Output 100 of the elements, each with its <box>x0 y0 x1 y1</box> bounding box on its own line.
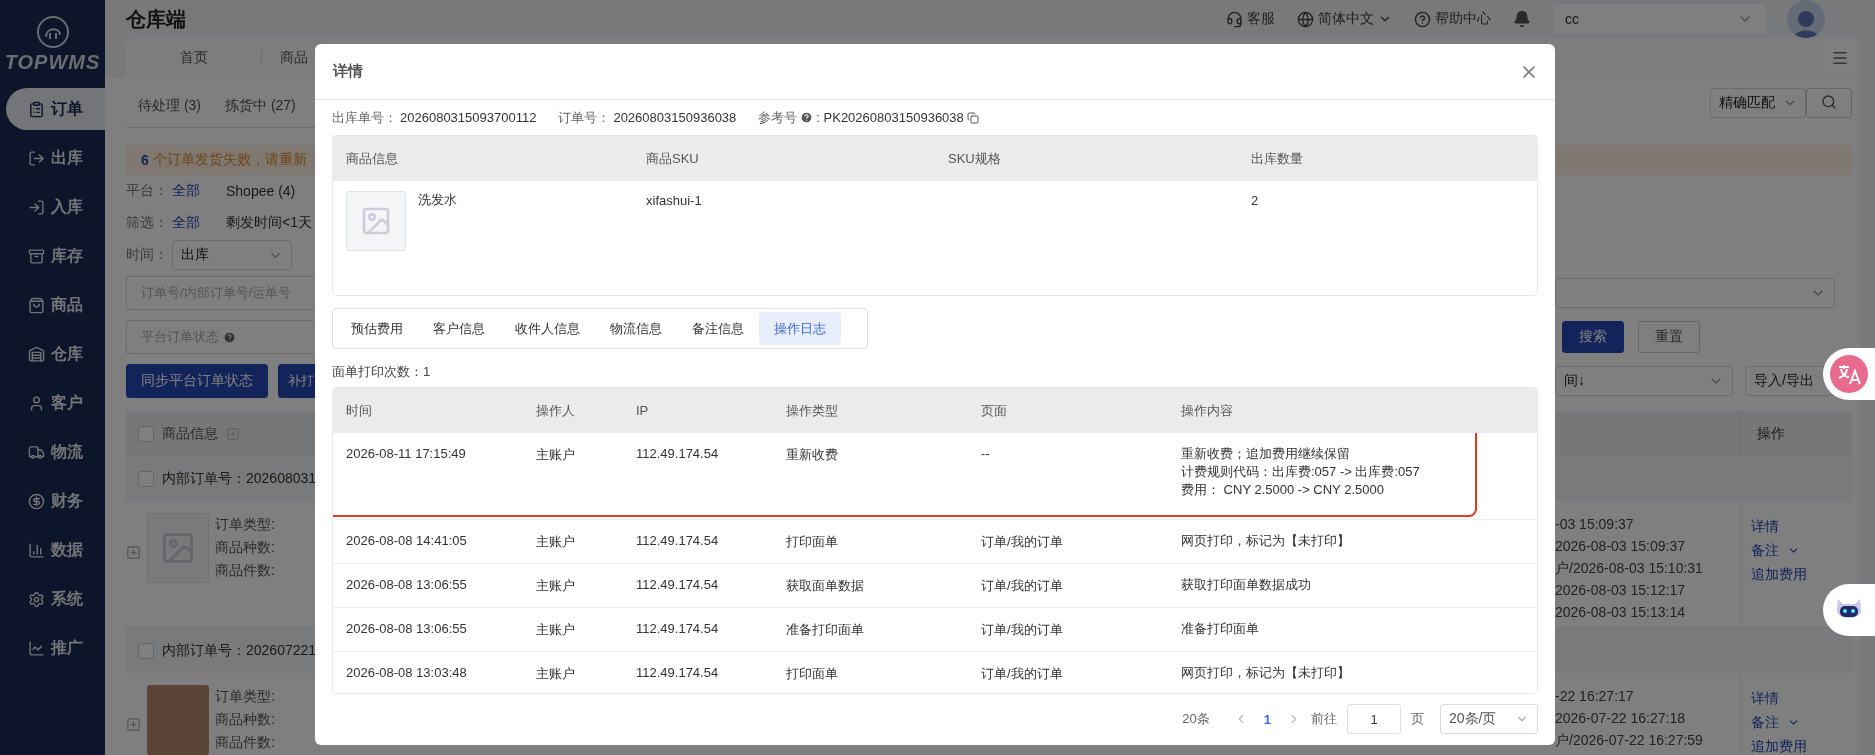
page-input[interactable]: 1 <box>1347 704 1401 734</box>
table-cell-text: 2026-08-11 17:15:49 <box>346 446 467 461</box>
action-link[interactable]: 追加费用 <box>1751 562 1852 586</box>
header-link[interactable]: 客服 <box>1226 10 1275 28</box>
nav-item[interactable]: 物流 <box>6 431 105 473</box>
time-entry: 2026-08-03 15:09:37 <box>1555 537 1686 556</box>
nav-item[interactable]: 商品 <box>6 284 105 326</box>
info-value: 2026080315093700112 <box>400 110 537 125</box>
bell-icon[interactable] <box>1513 10 1531 28</box>
help-icon <box>1414 10 1431 28</box>
table-cell-text: 2026-08-08 13:06:55 <box>346 621 468 636</box>
user-icon <box>28 394 45 412</box>
reset-button[interactable]: 重置 <box>1638 321 1700 353</box>
table-cell-text: 112.49.174.54 <box>636 533 720 548</box>
print-count: 面单打印次数：1 <box>332 363 432 381</box>
filter-option[interactable]: 剩发时间<1天 <box>226 214 312 232</box>
truck-icon <box>28 443 45 461</box>
action-button[interactable]: 同步平台订单状态 <box>126 364 268 398</box>
table-cell-text: 订单/我的订单 <box>981 533 1064 551</box>
nav-item[interactable]: 财务 <box>6 480 105 522</box>
bar-chart-icon <box>28 541 45 559</box>
globe-icon <box>1297 10 1314 28</box>
header-link[interactable]: 帮助中心 <box>1414 10 1491 28</box>
nav-item[interactable]: 仓库 <box>6 333 105 375</box>
table-cell-text: 2 <box>1251 192 1260 208</box>
page-size-select[interactable]: 20条/页 <box>1440 704 1538 734</box>
table-cell-text: 主账户 <box>536 621 576 639</box>
nav-item[interactable]: 数据 <box>6 529 105 571</box>
action-link[interactable]: 备注 <box>1751 538 1852 562</box>
nav-item[interactable]: 推广 <box>6 627 105 669</box>
nav-item[interactable]: 出库 <box>6 137 105 179</box>
tab[interactable]: 预估费用 <box>336 312 418 345</box>
table-cell-text: -- <box>981 446 991 461</box>
filter-option[interactable]: Shopee (4) <box>226 183 296 199</box>
action-link[interactable]: 追加费用 <box>1751 734 1852 755</box>
checkbox[interactable] <box>138 425 154 442</box>
column-header: 操作人 <box>536 401 576 420</box>
copy-icon[interactable] <box>966 111 979 124</box>
table-cell-text: 费用： CNY 2.5000 -> CNY 2.5000 <box>1181 481 1385 499</box>
app-title: 仓库端 <box>126 6 187 32</box>
logo-text: TOPWMS <box>4 50 101 74</box>
expand-icon[interactable] <box>126 717 141 732</box>
search-button[interactable]: 搜索 <box>1562 321 1624 353</box>
field-label: 商品种数: <box>215 710 275 729</box>
nav-item[interactable]: 入库 <box>6 186 105 228</box>
nav-item[interactable]: 系统 <box>6 578 105 620</box>
search-button[interactable] <box>1806 88 1852 118</box>
table-cell-text: 获取面单数据 <box>786 577 865 595</box>
tab[interactable]: 操作日志 <box>759 312 841 345</box>
table-cell-text: 打印面单 <box>786 665 839 683</box>
filter-option[interactable]: 全部 <box>172 214 200 232</box>
action-link[interactable]: 详情 <box>1751 514 1852 538</box>
time-entry: 2026-08-03 15:12:17 <box>1555 581 1686 600</box>
table-cell-text: 订单/我的订单 <box>981 665 1064 683</box>
nav-item[interactable]: 库存 <box>6 235 105 277</box>
sort-select[interactable]: 间↓ <box>1555 366 1733 396</box>
translate-button[interactable] <box>1823 348 1875 400</box>
help-icon <box>223 330 236 344</box>
match-select[interactable]: 精确匹配 <box>1710 88 1806 118</box>
checkbox[interactable] <box>138 470 154 487</box>
nav-item[interactable]: 订单 <box>6 88 105 130</box>
dropdown-select[interactable] <box>1555 278 1835 308</box>
page-tab[interactable]: 首页 <box>126 49 262 67</box>
order-number: 内部订单号：202607221 <box>162 641 317 660</box>
header-link[interactable]: 简体中文 <box>1297 10 1392 28</box>
time-select[interactable]: 出库 <box>172 240 292 270</box>
page-number[interactable]: 1 <box>1257 711 1277 727</box>
column-header: 商品信息 <box>162 424 218 443</box>
dialog-title: 详情 <box>333 62 363 81</box>
status-tab[interactable]: 待处理 (3) <box>126 97 213 115</box>
assistant-button[interactable] <box>1823 584 1875 636</box>
info-label: 参考号 <box>758 108 798 127</box>
table-cell-text: 112.49.174.54 <box>636 446 720 461</box>
table-cell-text: 主账户 <box>536 533 576 551</box>
page-tab[interactable]: 商品 <box>262 49 308 67</box>
action-link[interactable]: 备注 <box>1751 710 1852 734</box>
table-cell-text: 计费规则代码：出库费:057 -> 出库费:057 <box>1181 463 1421 481</box>
account-select[interactable]: cc <box>1553 4 1765 34</box>
table-cell-text: 打印面单 <box>786 533 839 551</box>
menu-icon <box>1831 49 1849 67</box>
column-header: 商品SKU <box>646 149 700 168</box>
time-entry: 户/2026-07-22 16:27:59 <box>1555 731 1704 750</box>
tab[interactable]: 客户信息 <box>418 312 500 345</box>
avatar-icon[interactable] <box>1787 0 1825 38</box>
checkbox[interactable] <box>138 642 154 659</box>
expand-icon[interactable] <box>126 545 141 560</box>
tab[interactable]: 备注信息 <box>677 312 759 345</box>
tab[interactable]: 物流信息 <box>595 312 677 345</box>
table-cell-text: 订单/我的订单 <box>981 577 1064 595</box>
order-number: 内部订单号：202608031 <box>162 469 317 488</box>
action-link[interactable]: 详情 <box>1751 686 1852 710</box>
enter-arrow-icon <box>28 198 45 216</box>
status-tab[interactable]: 拣货中 (27) <box>213 97 308 115</box>
tab[interactable]: 收件人信息 <box>500 312 595 345</box>
filter-option[interactable]: 全部 <box>172 182 200 200</box>
column-header: 页面 <box>981 401 1008 420</box>
coin-icon <box>28 492 45 510</box>
archive-icon <box>28 247 45 265</box>
nav-item[interactable]: 客户 <box>6 382 105 424</box>
info-label: 出库单号： <box>332 108 397 127</box>
